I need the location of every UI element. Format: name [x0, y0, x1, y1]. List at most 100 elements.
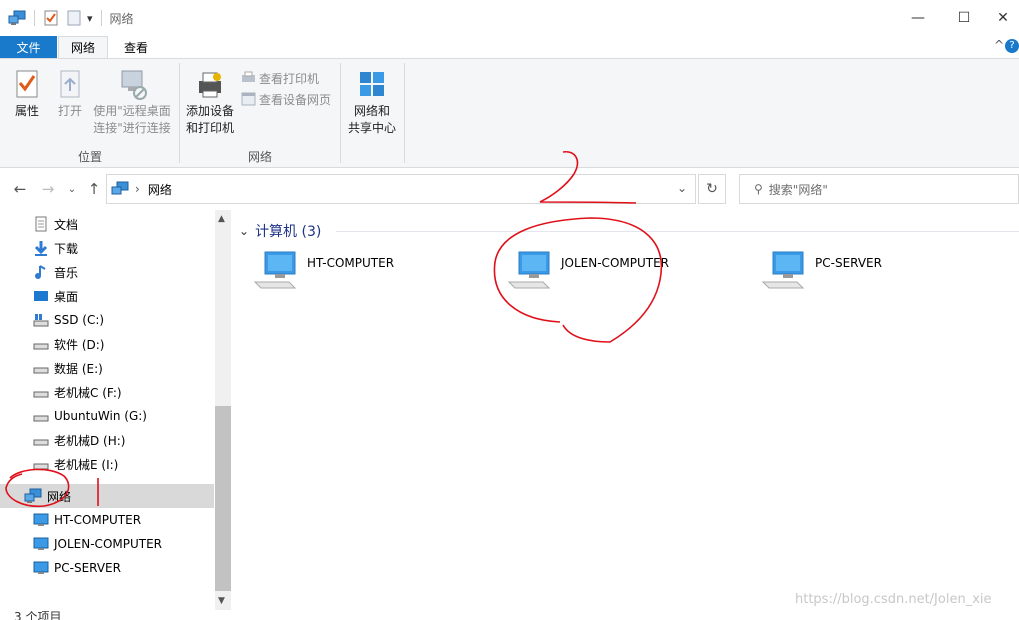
- breadcrumb-separator[interactable]: ›: [135, 182, 140, 196]
- nav-item-label: 老机械D (H:): [54, 433, 126, 448]
- add-device-button[interactable]: 添加设备 和打印机: [182, 71, 238, 137]
- view-device-page-button[interactable]: 查看设备网页: [241, 90, 331, 108]
- computer-item-pc-server[interactable]: PC-SERVER: [761, 250, 882, 300]
- group-separator: [340, 63, 341, 163]
- computer-item-ht[interactable]: HT-COMPUTER: [253, 250, 394, 300]
- properties-icon: [15, 69, 39, 99]
- nav-item-documents[interactable]: 文档: [0, 212, 214, 236]
- remote-desktop-button[interactable]: 使用"远程桌面 连接"进行连接: [90, 69, 174, 137]
- nav-item-ht-computer[interactable]: HT-COMPUTER: [0, 508, 214, 532]
- nav-item-label: JOLEN-COMPUTER: [54, 537, 163, 551]
- nav-item-label: UbuntuWin (G:): [54, 409, 147, 423]
- nav-item-label: 数据 (E:): [54, 361, 103, 376]
- nav-item-jolen-computer[interactable]: JOLEN-COMPUTER: [0, 532, 214, 556]
- view-printers-button[interactable]: 查看打印机: [241, 69, 319, 87]
- collapse-ribbon-button[interactable]: ^: [994, 38, 1004, 52]
- printer-icon: [195, 71, 225, 99]
- download-icon: [33, 240, 49, 256]
- up-arrow-icon: ↑: [87, 180, 101, 198]
- computer-icon: [507, 250, 553, 292]
- nav-item-desktop[interactable]: 桌面: [0, 284, 214, 308]
- nav-item-label: 网络: [47, 489, 72, 504]
- open-button[interactable]: 打开: [52, 69, 88, 120]
- computer-name: PC-SERVER: [815, 256, 882, 270]
- drive-icon: [33, 456, 49, 472]
- qa-separator: [100, 10, 102, 26]
- nav-item-downloads[interactable]: 下载: [0, 236, 214, 260]
- nav-item-drive-f[interactable]: 老机械C (F:): [0, 380, 214, 404]
- quick-access-toolbar: ▾ 网络: [8, 8, 134, 28]
- properties-button[interactable]: 属性: [8, 69, 46, 120]
- tab-network[interactable]: 网络: [58, 36, 108, 58]
- network-icon: [24, 488, 42, 504]
- minimize-icon: —: [911, 10, 925, 26]
- minimize-button[interactable]: —: [895, 0, 941, 36]
- tab-file[interactable]: 文件: [0, 36, 57, 58]
- title-bar: ▾ 网络 — ☐ ✕: [0, 0, 1019, 36]
- network-group-label: 网络: [247, 150, 272, 164]
- view-printers-label: 查看打印机: [259, 71, 320, 86]
- maximize-button[interactable]: ☐: [941, 0, 987, 36]
- network-sharing-center-label-1: 网络和: [353, 104, 390, 118]
- scroll-down-icon[interactable]: ▼: [218, 596, 225, 606]
- nav-item-network[interactable]: 网络: [0, 484, 214, 508]
- tab-view[interactable]: 查看: [110, 36, 162, 58]
- computer-icon: [253, 250, 299, 292]
- nav-item-label: 桌面: [54, 289, 79, 304]
- computer-item-jolen[interactable]: JOLEN-COMPUTER: [507, 250, 669, 300]
- scroll-up-icon[interactable]: ▲: [218, 214, 225, 224]
- recent-locations-button[interactable]: ⌄: [62, 178, 82, 200]
- nav-item-drive-c[interactable]: SSD (C:): [0, 308, 214, 332]
- document-icon: [33, 216, 49, 232]
- breadcrumb-network[interactable]: 网络: [148, 181, 172, 198]
- refresh-button[interactable]: ↻: [698, 174, 726, 204]
- open-label: 打开: [57, 104, 82, 118]
- properties-qa-icon[interactable]: [43, 10, 59, 26]
- network-icon[interactable]: [8, 10, 26, 26]
- nav-item-label: 文档: [54, 217, 79, 232]
- nav-item-drive-i[interactable]: 老机械E (I:): [0, 452, 214, 476]
- nav-scrollbar[interactable]: ▲ ▼: [215, 210, 231, 610]
- network-location-icon: [111, 181, 129, 197]
- desktop-icon: [33, 288, 49, 304]
- group-separator: [179, 63, 180, 163]
- nav-item-label: 老机械E (I:): [54, 457, 119, 472]
- nav-item-drive-g[interactable]: UbuntuWin (G:): [0, 404, 214, 428]
- help-button[interactable]: ?: [1005, 39, 1019, 53]
- drive-icon: [33, 432, 49, 448]
- nav-item-music[interactable]: 音乐: [0, 260, 214, 284]
- system-drive-icon: [33, 312, 49, 328]
- nav-item-drive-e[interactable]: 数据 (E:): [0, 356, 214, 380]
- scroll-thumb[interactable]: [215, 406, 231, 591]
- qa-dropdown-button[interactable]: ▾: [87, 12, 93, 25]
- drive-icon: [33, 360, 49, 376]
- group-header[interactable]: ⌄ 计算机 (3): [239, 220, 321, 242]
- nav-item-label: SSD (C:): [54, 313, 105, 327]
- group-divider: [336, 231, 1019, 232]
- computer-icon: [33, 512, 49, 528]
- nav-item-label: 音乐: [54, 265, 79, 280]
- new-folder-qa-icon[interactable]: [67, 10, 81, 26]
- back-button[interactable]: ←: [10, 178, 30, 200]
- view-device-page-icon: [241, 92, 256, 106]
- nav-item-drive-d[interactable]: 软件 (D:): [0, 332, 214, 356]
- address-dropdown-icon[interactable]: ⌄: [677, 181, 687, 195]
- status-bar-text: 3 个项目: [14, 610, 62, 620]
- forward-button[interactable]: →: [38, 178, 58, 200]
- content-pane: ⌄ 计算机 (3) HT-COMPUTER JOLEN-COMPUTER PC-…: [231, 210, 1019, 610]
- drive-icon: [33, 384, 49, 400]
- remote-desktop-icon: [116, 69, 148, 101]
- address-bar[interactable]: › 网络 ⌄: [106, 174, 696, 204]
- search-box[interactable]: ⚲ 搜索"网络": [739, 174, 1019, 204]
- close-button[interactable]: ✕: [987, 0, 1019, 36]
- network-sharing-center-button[interactable]: 网络和 共享中心: [344, 71, 400, 137]
- nav-item-pc-server[interactable]: PC-SERVER: [0, 556, 214, 580]
- nav-item-label: 下载: [54, 241, 79, 256]
- search-input[interactable]: 搜索"网络": [769, 181, 828, 198]
- nav-item-label: 老机械C (F:): [54, 385, 122, 400]
- nav-item-drive-h[interactable]: 老机械D (H:): [0, 428, 214, 452]
- up-button[interactable]: ↑: [84, 178, 104, 200]
- remote-desktop-label-1: 使用"远程桌面: [93, 104, 171, 118]
- properties-label: 属性: [14, 104, 39, 118]
- window-title: 网络: [109, 11, 134, 26]
